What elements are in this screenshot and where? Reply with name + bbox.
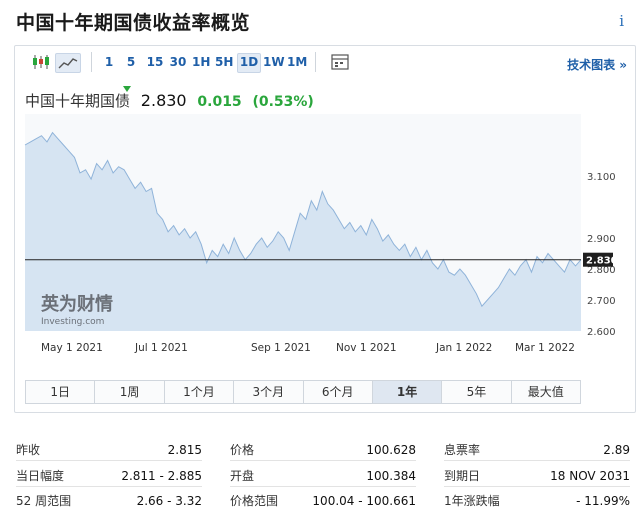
row-divider (444, 486, 630, 487)
stat-label: 到期日 (444, 469, 481, 483)
x-tick-label: May 1 2021 (41, 342, 103, 354)
range-button-3m[interactable]: 3个月 (234, 381, 304, 403)
y-tick-label: 3.100 (587, 172, 616, 183)
stat-value: 100.628 (366, 443, 416, 457)
stat-label: 价格 (230, 443, 255, 457)
stat-label: 开盘 (230, 469, 255, 483)
y-tick-label: 2.900 (587, 234, 616, 245)
range-button-1d[interactable]: 1日 (26, 381, 96, 403)
watermark-cn: 英为财情 (40, 293, 113, 315)
stat-value: - 11.99% (576, 494, 630, 508)
current-value-label: 2.830 (586, 256, 618, 267)
page-title: 中国十年期国债收益率概览 (16, 12, 251, 34)
range-button-1w[interactable]: 1周 (95, 381, 165, 403)
x-tick-label: Mar 1 2022 (515, 342, 575, 354)
stat-value: 2.811 - 2.885 (121, 469, 202, 483)
y-tick-label: 2.600 (587, 327, 616, 338)
stat-label: 价格范围 (230, 494, 279, 508)
range-button-1m[interactable]: 1个月 (165, 381, 235, 403)
stat-value: 2.89 (603, 443, 630, 457)
stats-row: 昨收 2.815 价格 100.628 息票率 2.89 (16, 441, 630, 459)
row-divider (16, 486, 202, 487)
x-tick-label: Jul 1 2021 (134, 342, 188, 354)
range-button-6m[interactable]: 6个月 (304, 381, 373, 403)
row-divider (16, 460, 202, 461)
range-selector: 1日 1周 1个月 3个月 6个月 1年 5年 最大值 (25, 380, 581, 404)
stat-label: 息票率 (444, 443, 481, 457)
yield-chart[interactable]: 英为财情Investing.com3.1002.9002.8002.7002.6… (15, 46, 635, 376)
stats-row: 当日幅度 2.811 - 2.885 开盘 100.384 到期日 18 NOV 20… (16, 467, 630, 485)
range-button-5y[interactable]: 5年 (442, 381, 512, 403)
stat-label: 当日幅度 (16, 469, 65, 483)
x-tick-label: Jan 1 2022 (435, 342, 492, 354)
stat-value: 18 NOV 2031 (550, 469, 630, 483)
stat-label: 52 周范围 (16, 494, 72, 508)
x-tick-label: Nov 1 2021 (336, 342, 397, 354)
stat-value: 100.384 (366, 469, 416, 483)
watermark-en: Investing.com (41, 317, 104, 327)
stat-value: 2.815 (167, 443, 202, 457)
chart-panel: 1 5 15 30 1H 5H 1D 1W 1M 技术图表 » 中国十年期国债 … (14, 45, 636, 413)
range-button-max[interactable]: 最大值 (512, 381, 580, 403)
stat-label: 昨收 (16, 443, 41, 457)
stat-label: 1年涨跌幅 (444, 494, 500, 508)
range-button-1y[interactable]: 1年 (372, 381, 443, 403)
row-divider (444, 460, 630, 461)
info-icon[interactable]: i (619, 12, 624, 30)
row-divider (230, 486, 416, 487)
row-divider (230, 460, 416, 461)
stats-row: 52 周范围 2.66 - 3.32 价格范围 100.04 - 100.661 1… (16, 492, 630, 510)
y-tick-label: 2.700 (587, 296, 616, 307)
x-tick-label: Sep 1 2021 (251, 342, 311, 354)
stat-value: 100.04 - 100.661 (312, 494, 416, 508)
stat-value: 2.66 - 3.32 (136, 494, 202, 508)
